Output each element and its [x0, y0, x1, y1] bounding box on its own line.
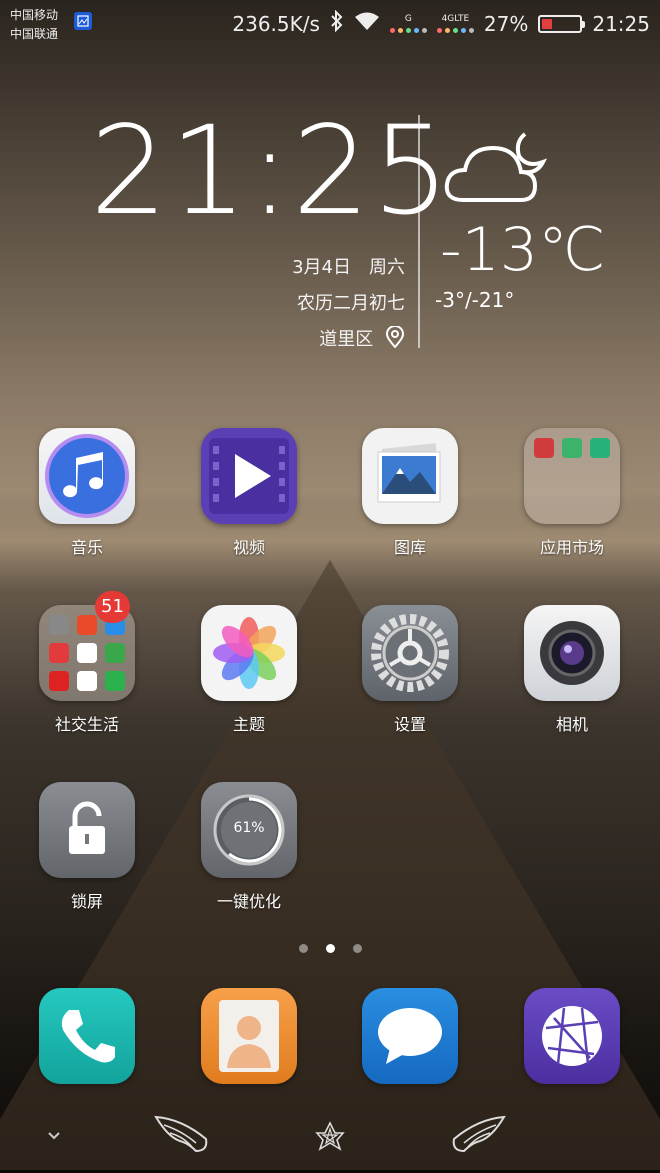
app-settings[interactable]: 设置	[350, 605, 470, 735]
folder-app-market[interactable]: 应用市场	[512, 428, 632, 558]
app-label: 锁屏	[70, 892, 103, 911]
optimize-percent: 61%	[233, 820, 265, 836]
network-1-type: G	[404, 14, 412, 24]
network-speed: 236.5K/s	[232, 11, 320, 36]
network-2-type: 4GLTE	[441, 14, 470, 24]
page-dot-current[interactable]	[325, 944, 335, 953]
page-indicator[interactable]	[0, 944, 660, 953]
lock-icon	[39, 782, 135, 878]
app-video[interactable]: 视频	[189, 428, 309, 558]
messages-icon	[362, 988, 458, 1084]
status-indicators: 236.5K/s G 4GLTE 27% 21:25	[232, 9, 650, 37]
carrier-2: 中国联通	[10, 27, 59, 41]
app-camera[interactable]: 相机	[512, 605, 632, 735]
wifi-icon	[354, 11, 380, 36]
themes-icon	[201, 605, 297, 701]
phone-icon	[39, 988, 135, 1084]
network-2: 4GLTE	[436, 14, 474, 33]
gallery-notification-icon	[74, 12, 92, 30]
app-music[interactable]: 音乐	[27, 428, 147, 558]
widget-divider	[418, 115, 420, 348]
notification-badge: 51	[95, 591, 130, 623]
optimize-icon: 61%	[201, 782, 297, 878]
app-label: 社交生活	[54, 715, 119, 734]
navigation-bar	[0, 1103, 660, 1173]
location-text: 道里区	[319, 329, 374, 350]
camera-icon	[524, 605, 620, 701]
folder-social[interactable]: 51 社交生活	[27, 591, 147, 735]
signal-1-icon	[389, 28, 427, 33]
status-time: 21:25	[592, 11, 650, 36]
app-label: 音乐	[70, 538, 103, 557]
network-1: G	[389, 14, 427, 33]
date-block[interactable]: 3月4日 周六 农历二月初七 道里区	[292, 250, 405, 358]
dock-browser[interactable]	[512, 988, 632, 1084]
app-market-folder-icon	[524, 428, 620, 524]
recents-wing-icon[interactable]	[448, 1111, 508, 1159]
chevron-down-icon[interactable]	[44, 1125, 64, 1149]
app-optimize[interactable]: 61% 一键优化	[189, 782, 309, 912]
app-label: 相机	[555, 715, 588, 734]
app-label: 主题	[232, 715, 265, 734]
dock-messages[interactable]	[350, 988, 470, 1084]
bluetooth-icon	[330, 9, 344, 37]
dock-contacts[interactable]	[189, 988, 309, 1084]
cloud-moon-icon[interactable]	[443, 128, 553, 212]
page-dot[interactable]	[352, 944, 362, 953]
app-label: 一键优化	[216, 892, 281, 911]
app-label: 图库	[393, 538, 426, 557]
location-row: 道里区	[292, 322, 405, 358]
app-themes[interactable]: 主题	[189, 605, 309, 735]
page-dot[interactable]	[298, 944, 308, 953]
music-icon	[39, 428, 135, 524]
location-pin-icon	[379, 325, 405, 350]
signal-2-icon	[436, 28, 474, 33]
temperature-range: -3°/-21°	[435, 288, 515, 312]
lunar-date: 农历二月初七	[297, 293, 405, 314]
browser-icon	[524, 988, 620, 1084]
gallery-icon	[362, 428, 458, 524]
app-label: 应用市场	[539, 538, 604, 557]
settings-gear-icon	[362, 605, 458, 701]
dock-phone[interactable]	[27, 988, 147, 1084]
back-wing-icon[interactable]	[152, 1111, 212, 1159]
video-icon	[201, 428, 297, 524]
battery-icon	[538, 14, 586, 33]
date-text: 3月4日 周六	[292, 257, 405, 278]
home-star-icon[interactable]	[315, 1121, 345, 1155]
carrier-labels: 中国移动 中国联通	[10, 6, 58, 44]
app-label: 视频	[232, 538, 265, 557]
app-lock-screen[interactable]: 锁屏	[27, 782, 147, 912]
app-gallery[interactable]: 图库	[350, 428, 470, 558]
temperature[interactable]: -13℃	[440, 218, 605, 282]
app-label: 设置	[393, 715, 426, 734]
clock-time[interactable]: 21:25	[90, 110, 452, 232]
contacts-icon	[201, 988, 297, 1084]
carrier-1: 中国移动	[10, 8, 59, 22]
battery-percent: 27%	[483, 11, 529, 36]
status-bar: 中国移动 中国联通 236.5K/s G 4GLTE 27% 21:25	[0, 0, 660, 50]
